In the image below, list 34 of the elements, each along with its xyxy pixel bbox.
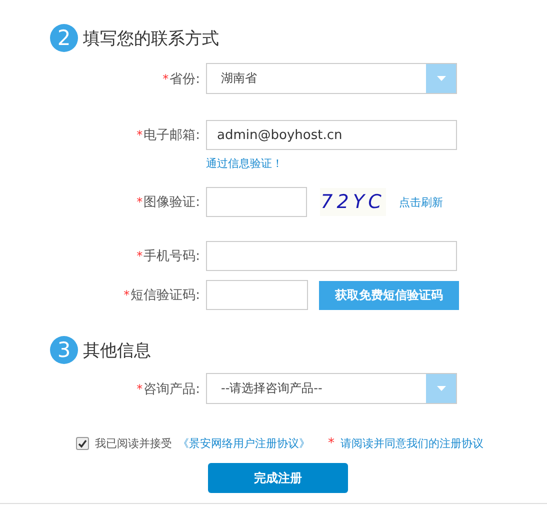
required-mark: * xyxy=(328,436,334,451)
section-title: 填写您的联系方式 xyxy=(83,28,219,50)
field-label: *咨询产品: xyxy=(136,380,200,398)
step-number: 2 xyxy=(50,24,78,52)
caret-icon xyxy=(436,386,446,391)
agreement-text: 我已阅读并接受 xyxy=(95,436,172,451)
agreement-link[interactable]: 《景安网络用户注册协议》 xyxy=(178,436,310,451)
required-mark: * xyxy=(136,195,143,209)
input-field[interactable] xyxy=(206,187,307,217)
register-button[interactable]: 完成注册 xyxy=(208,463,348,493)
required-mark: * xyxy=(136,249,143,263)
field-label: *短信验证码: xyxy=(124,287,200,304)
captcha-image: 72YC xyxy=(320,188,386,216)
required-mark: * xyxy=(136,128,143,142)
field-label: *电子邮箱: xyxy=(136,127,200,144)
input-field[interactable]: admin@boyhost.cn xyxy=(206,120,457,150)
input-field[interactable] xyxy=(206,241,457,271)
required-mark: * xyxy=(136,382,143,396)
dropdown-field[interactable]: --请选择咨询产品-- xyxy=(206,373,457,404)
field-label: *图像验证: xyxy=(136,194,200,211)
step-number: 3 xyxy=(50,336,78,364)
field-label: *手机号码: xyxy=(136,248,200,265)
validation-message: 通过信息验证！ xyxy=(206,156,284,171)
get-code-button[interactable]: 获取免费短信验证码 xyxy=(319,280,459,310)
caret-icon xyxy=(436,76,446,81)
required-mark: * xyxy=(124,288,130,302)
agreement-notice: 请阅读并同意我们的注册协议 xyxy=(340,436,484,451)
input-field[interactable] xyxy=(206,280,308,310)
field-label: *省份: xyxy=(162,70,200,88)
required-mark: * xyxy=(162,72,169,86)
refresh-link[interactable]: 点击刷新 xyxy=(399,194,443,210)
agree-checkbox[interactable] xyxy=(76,437,89,450)
dropdown-field[interactable]: 湖南省 xyxy=(206,63,457,94)
section-title: 其他信息 xyxy=(83,340,151,362)
